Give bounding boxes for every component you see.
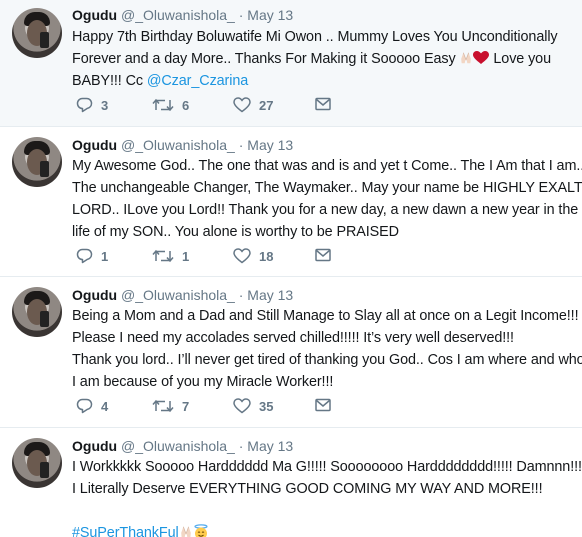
avatar[interactable] [12,8,62,58]
tweet[interactable]: Ogudu @_Oluwanishola_ · May 13 Being a M… [0,277,582,428]
retweet-icon [152,399,174,413]
reply-count: 3 [101,97,109,113]
like-count: 18 [259,248,274,264]
like-count: 35 [259,398,274,414]
folded-hands-emoji [180,526,191,537]
separator-dot: · [238,287,244,303]
mention-link[interactable]: @Czar_Czarina [147,73,248,89]
retweet-count: 6 [182,97,190,113]
username[interactable]: @_Oluwanishola_ [121,438,235,454]
tweet-text: My Awesome God.. The one that was and is… [72,155,582,243]
tweet-text-line: I Literally Deserve EVERYTHING GOOD COMI… [72,481,543,497]
retweet-count: 7 [182,398,190,414]
tweet-text: I Workkkkk Sooooo Hardddddd Ma G!!!!! So… [72,456,582,537]
tweet-text: Being a Mom and a Dad and Still Manage t… [72,305,582,393]
reply-icon [76,248,93,264]
reply-icon [76,398,93,414]
tweet-date[interactable]: May 13 [247,438,293,454]
tweet-feed: Ogudu @_Oluwanishola_ · May 13 Happy 7th… [0,0,582,537]
reply-button[interactable]: 1 [76,248,108,264]
retweet-button[interactable]: 6 [152,97,189,113]
tweet-date[interactable]: May 13 [247,7,293,23]
direct-message-button[interactable] [315,398,331,412]
separator-dot: · [238,137,244,153]
tweet-date[interactable]: May 13 [247,287,293,303]
reply-button[interactable]: 4 [76,398,108,414]
username[interactable]: @_Oluwanishola_ [121,7,235,23]
tweet-text-line: BABY!!! Cc [72,73,147,89]
retweet-icon [152,249,174,263]
like-button[interactable]: 18 [233,248,273,264]
heart-icon [233,97,251,113]
envelope-icon [315,97,331,111]
separator-dot: · [238,7,244,23]
tweet-text-line: LORD.. ILove you Lord!! Thank you for a … [72,202,579,218]
tweet-text-line: Happy 7th Birthday Boluwatife Mi Owon ..… [72,29,558,45]
like-button[interactable]: 27 [233,97,273,113]
display-name[interactable]: Ogudu [72,7,117,23]
username[interactable]: @_Oluwanishola_ [121,137,235,153]
red-heart-emoji [473,51,490,64]
direct-message-button[interactable] [315,248,331,262]
tweet-header: Ogudu @_Oluwanishola_ · May 13 [72,136,293,154]
tweet-header: Ogudu @_Oluwanishola_ · May 13 [72,286,293,304]
tweet-text-line: Please I need my accolades served chille… [72,330,514,346]
avatar[interactable] [12,287,62,337]
display-name[interactable]: Ogudu [72,137,117,153]
direct-message-button[interactable] [315,97,331,111]
folded-hands-emoji [461,52,472,64]
smiling-face-with-halo-emoji [193,524,208,537]
tweet-text-line: My Awesome God.. The one that was and is… [72,158,582,174]
separator-dot: · [238,438,244,454]
avatar[interactable] [12,137,62,187]
tweet-text-line: I am because of you my Miracle Worker!!! [72,374,334,390]
tweet[interactable]: Ogudu @_Oluwanishola_ · May 13 Happy 7th… [0,0,582,127]
tweet-text-line: life of my SON.. You alone is worthy to … [72,224,399,240]
reply-count: 4 [101,398,109,414]
username[interactable]: @_Oluwanishola_ [121,287,235,303]
tweet[interactable]: Ogudu @_Oluwanishola_ · May 13 I Workkkk… [0,428,582,537]
retweet-icon [152,98,174,112]
reply-icon [76,97,93,113]
reply-count: 1 [101,248,109,264]
tweet-text-line: Love you [489,51,551,67]
heart-icon [233,398,251,414]
tweet-text-line: Being a Mom and a Dad and Still Manage t… [72,308,579,324]
retweet-count: 1 [182,248,190,264]
tweet-text-line: I Workkkkk Sooooo Hardddddd Ma G!!!!! So… [72,459,582,475]
tweet-text-line: Thank you lord.. I’ll never get tired of… [72,352,582,368]
retweet-button[interactable]: 7 [152,398,189,414]
avatar[interactable] [12,438,62,488]
tweet-text-line: The unchangeable Changer, The Waymaker..… [72,180,582,196]
hashtag-link[interactable]: #SuPerThankFul [72,525,179,537]
envelope-icon [315,398,331,412]
like-count: 27 [259,97,274,113]
tweet-header: Ogudu @_Oluwanishola_ · May 13 [72,6,293,24]
retweet-button[interactable]: 1 [152,248,189,264]
tweet-header: Ogudu @_Oluwanishola_ · May 13 [72,437,293,455]
heart-icon [233,248,251,264]
tweet-text-line: Forever and a day More.. Thanks For Maki… [72,51,460,67]
reply-button[interactable]: 3 [76,97,108,113]
envelope-icon [315,248,331,262]
tweet-date[interactable]: May 13 [247,137,293,153]
tweet[interactable]: Ogudu @_Oluwanishola_ · May 13 My Awesom… [0,127,582,277]
display-name[interactable]: Ogudu [72,287,117,303]
tweet-text: Happy 7th Birthday Boluwatife Mi Owon ..… [72,26,578,92]
like-button[interactable]: 35 [233,398,273,414]
display-name[interactable]: Ogudu [72,438,117,454]
